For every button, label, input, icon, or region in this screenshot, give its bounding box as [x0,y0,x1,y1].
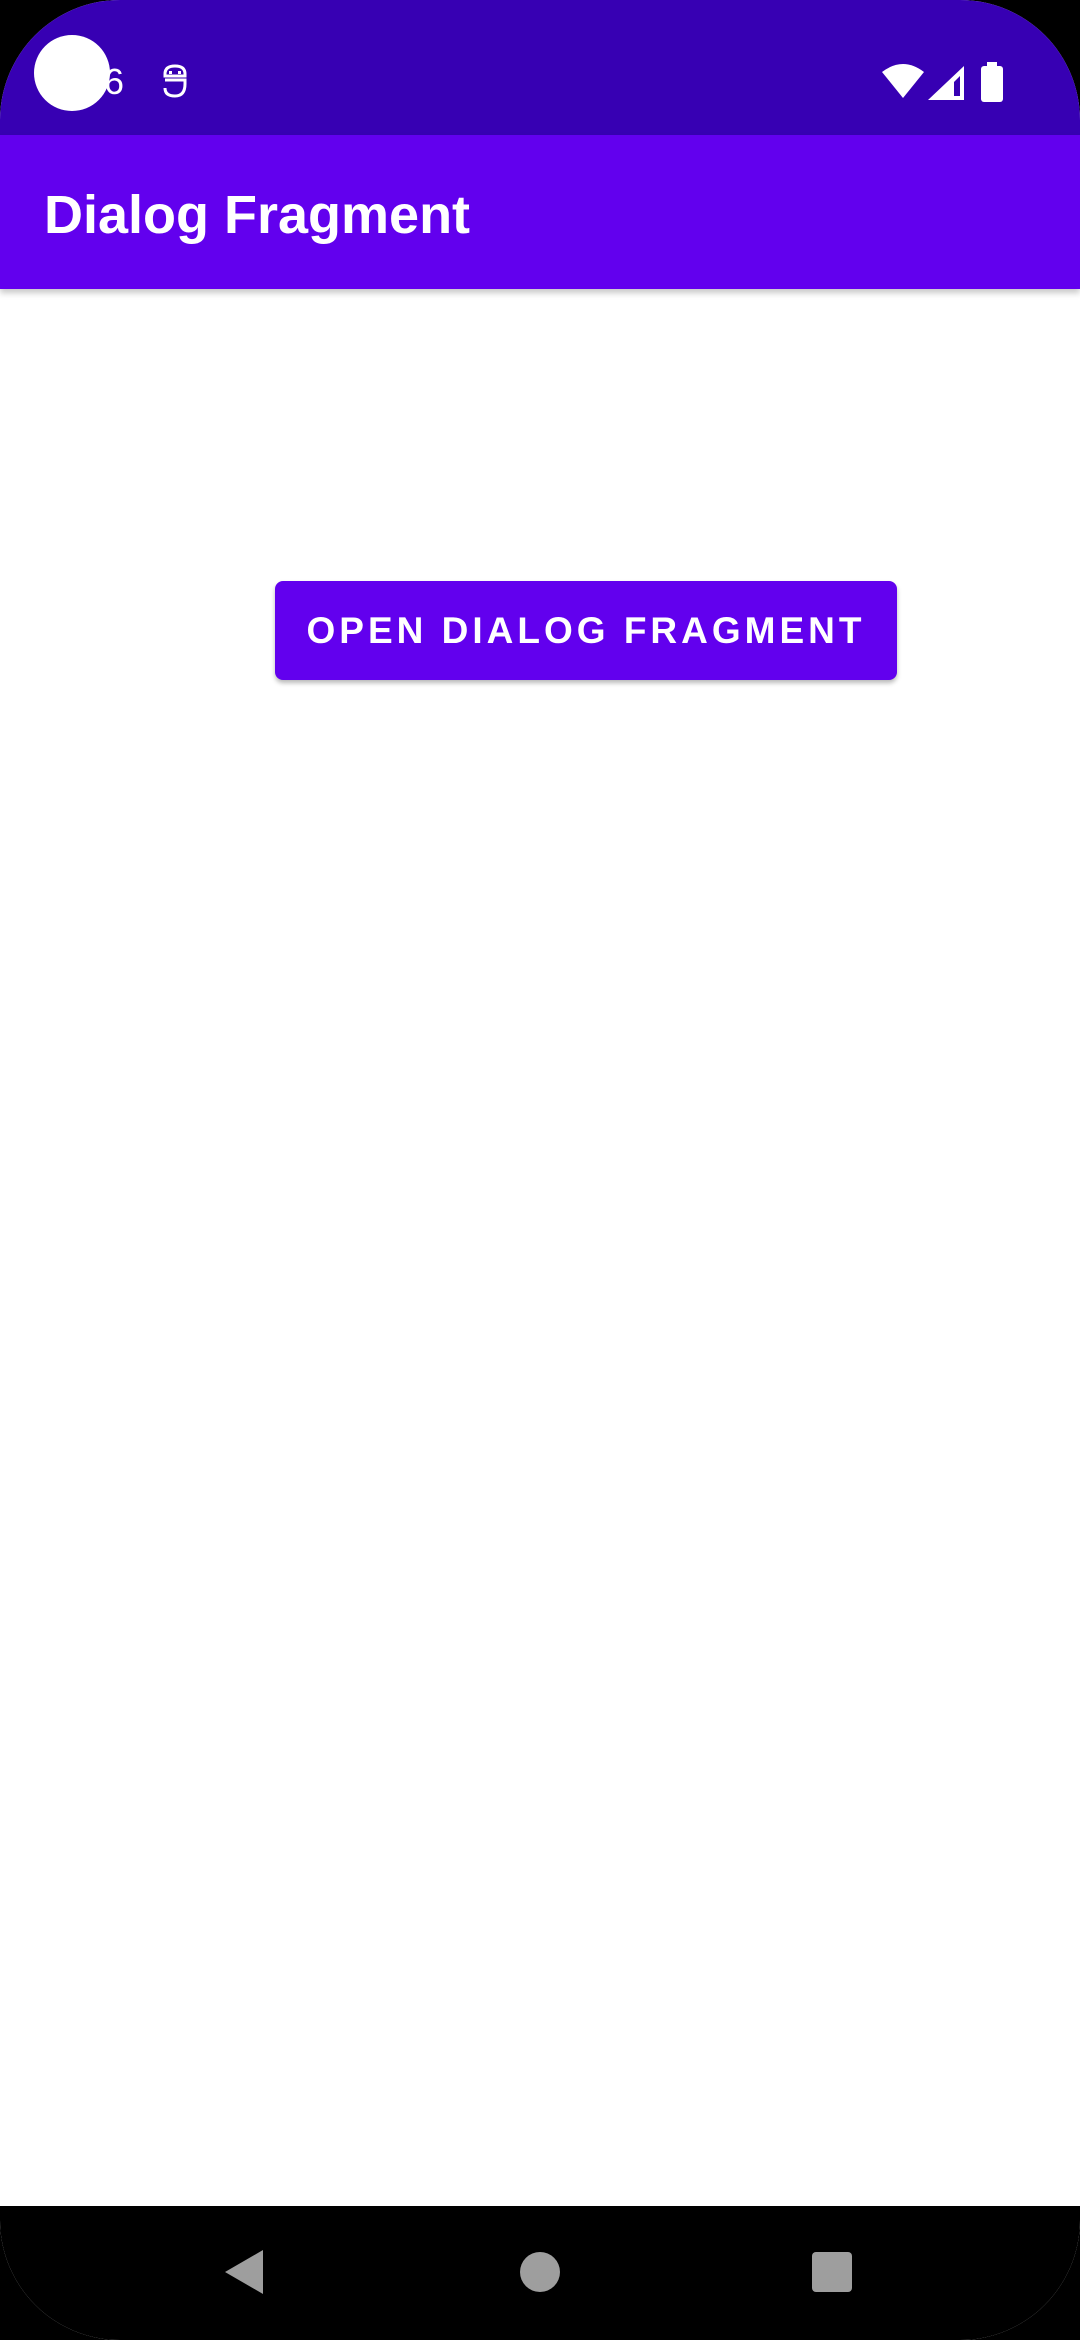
navigation-bar [0,2206,1080,2340]
page-title: Dialog Fragment [44,185,471,245]
camera-cutout [34,35,110,111]
device-screen: 6 Dialog Fragment OPEN DIALOG FRAGMENT [0,0,1080,2340]
open-dialog-fragment-button[interactable]: OPEN DIALOG FRAGMENT [275,581,897,680]
status-time: 6 [104,61,125,102]
status-bar: 6 [0,0,1080,135]
wifi-icon [882,64,924,98]
signal-icon [928,66,964,100]
home-icon[interactable] [510,2242,570,2302]
app-bar: Dialog Fragment [0,135,1080,289]
battery-icon [981,62,1003,102]
back-icon[interactable] [215,2242,275,2302]
recents-icon[interactable] [802,2242,862,2302]
notification-icon [163,64,187,98]
